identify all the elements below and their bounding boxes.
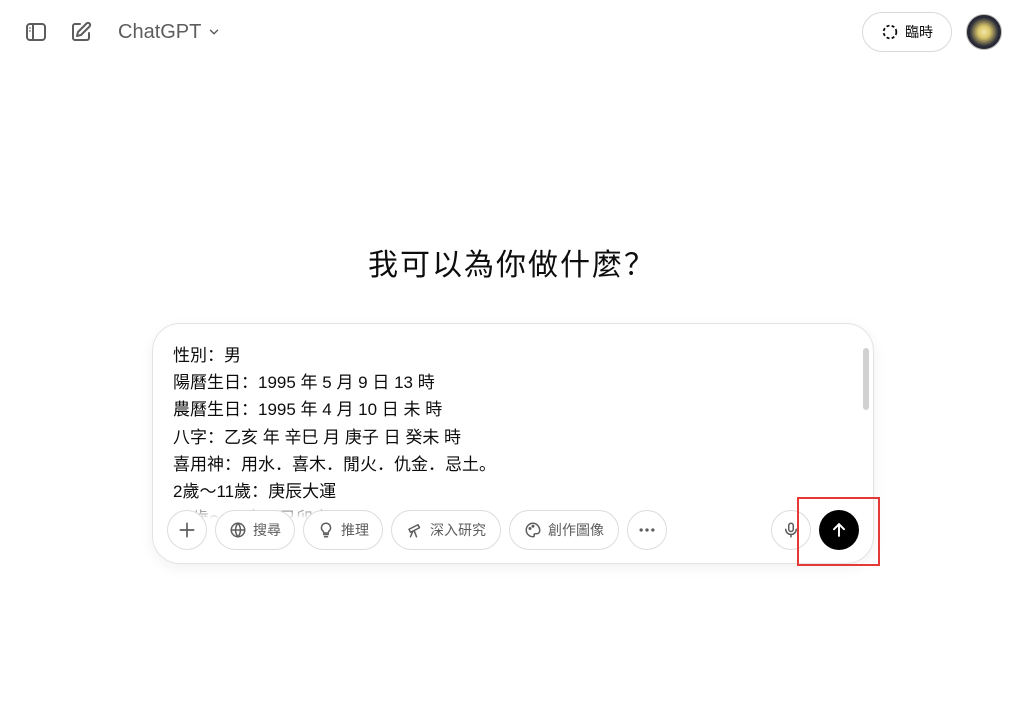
scrollbar-thumb[interactable] [863, 348, 869, 410]
model-name: ChatGPT [118, 20, 202, 43]
more-tools-button[interactable] [627, 510, 667, 550]
deep-research-label: 深入研究 [430, 523, 486, 539]
create-image-button[interactable]: 創作圖像 [509, 510, 619, 550]
voice-input-button[interactable] [771, 510, 811, 550]
microphone-icon [785, 522, 797, 538]
attach-button[interactable] [167, 510, 207, 550]
lightbulb-icon [320, 522, 332, 538]
sidebar-toggle-button[interactable] [20, 16, 52, 48]
sidebar-icon [26, 23, 46, 41]
avatar[interactable] [966, 14, 1002, 50]
plus-icon [179, 522, 195, 538]
telescope-icon [408, 524, 421, 538]
deep-research-button[interactable]: 深入研究 [391, 510, 501, 550]
more-icon [639, 528, 655, 532]
top-bar: ChatGPT 臨時 [0, 0, 1024, 64]
prompt-input[interactable]: 性別：男 陽曆生日：1995 年 5 月 9 日 13 時 農曆生日：1995 … [173, 342, 853, 522]
globe-icon [230, 522, 246, 538]
composer: 性別：男 陽曆生日：1995 年 5 月 9 日 13 時 農曆生日：1995 … [152, 323, 874, 564]
prompt-scrollbar[interactable] [863, 348, 869, 478]
edit-icon [72, 21, 92, 41]
temporary-chat-label: 臨時 [905, 25, 933, 41]
reason-label: 推理 [341, 523, 369, 539]
model-switcher[interactable]: ChatGPT [108, 16, 231, 48]
page-title: 我可以為你做什麼？ [368, 248, 656, 283]
dashed-circle-icon [882, 24, 898, 40]
temporary-chat-button[interactable]: 臨時 [862, 12, 952, 52]
create-image-label: 創作圖像 [548, 523, 604, 539]
new-chat-button[interactable] [65, 16, 97, 48]
search-label: 搜尋 [253, 523, 281, 539]
send-button[interactable] [819, 510, 859, 550]
search-button[interactable]: 搜尋 [215, 510, 295, 550]
reason-button[interactable]: 推理 [303, 510, 383, 550]
palette-icon [525, 522, 541, 538]
arrow-up-icon [833, 523, 845, 537]
chevron-down-icon [210, 29, 219, 35]
